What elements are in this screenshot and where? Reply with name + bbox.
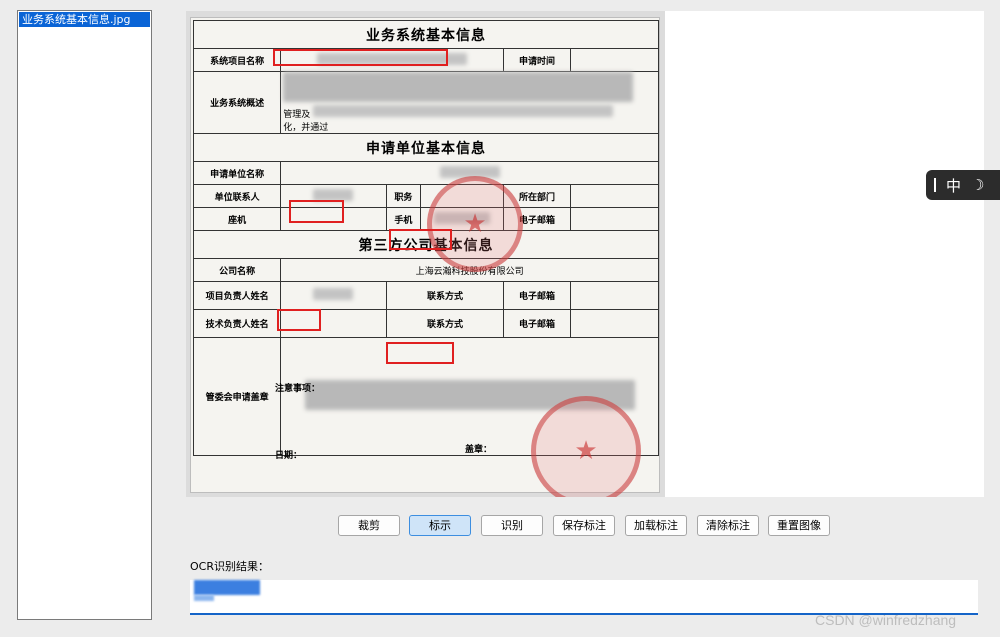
value-project-lead — [280, 281, 387, 310]
value-apply-time — [569, 48, 660, 72]
label-company-name: 公司名称 — [192, 258, 282, 282]
label-overview: 业务系统概述 — [192, 71, 282, 134]
ime-toolbar[interactable]: 中 ☽ — [926, 170, 1000, 200]
value-overview: 管理及 化，并通过 — [280, 71, 659, 134]
annotation-box[interactable] — [273, 49, 448, 66]
label-landline: 座机 — [192, 207, 282, 231]
clear-annotation-button[interactable]: 清除标注 — [697, 515, 759, 536]
stamp-top — [427, 176, 523, 272]
file-list-item[interactable]: 业务系统基本信息.jpg — [19, 12, 150, 27]
document-photo: 业务系统基本信息 系统项目名称 申请时间 业务系统概述 管理及 化，并通过 申请… — [186, 11, 665, 497]
watermark: CSDN @winfredzhang — [815, 612, 957, 628]
reset-image-button[interactable]: 重置图像 — [768, 515, 830, 536]
annotation-box[interactable] — [277, 309, 321, 331]
date-label: 日期： — [275, 451, 303, 461]
value-email-3 — [569, 309, 660, 338]
ime-mode-toggle[interactable]: 中 — [946, 175, 961, 196]
label-committee: 管委会申请盖章 — [192, 337, 282, 456]
section-applicant: 申请单位基本信息 — [193, 133, 659, 162]
stamp-bottom — [531, 396, 641, 497]
file-list[interactable]: 业务系统基本信息.jpg — [17, 10, 152, 620]
save-annotation-button[interactable]: 保存标注 — [553, 515, 615, 536]
ocr-selection-tail — [194, 595, 214, 601]
moon-icon[interactable]: ☽ — [971, 176, 984, 194]
value-email-2 — [569, 281, 660, 310]
value-department — [569, 184, 660, 208]
label-contact: 单位联系人 — [192, 184, 282, 208]
document-paper: 业务系统基本信息 系统项目名称 申请时间 业务系统概述 管理及 化，并通过 申请… — [190, 17, 660, 497]
label-contact-method-1: 联系方式 — [385, 281, 505, 310]
label-project-lead: 项目负责人姓名 — [192, 281, 282, 310]
overview-fragment-1: 管理及 — [283, 110, 311, 120]
ocr-result-textbox[interactable] — [190, 580, 978, 615]
doc-title: 业务系统基本信息 — [193, 20, 659, 49]
ocr-result-label: OCR识别结果： — [190, 560, 269, 573]
image-canvas[interactable]: 业务系统基本信息 系统项目名称 申请时间 业务系统概述 管理及 化，并通过 申请… — [186, 11, 984, 497]
label-contact-method-2: 联系方式 — [385, 309, 505, 338]
value-email — [569, 207, 660, 231]
annotation-box[interactable] — [389, 229, 452, 250]
recognize-button[interactable]: 识别 — [481, 515, 543, 536]
annotation-box[interactable] — [386, 342, 454, 364]
seal-label: 盖章： — [465, 445, 493, 455]
label-email-2: 电子邮箱 — [503, 281, 571, 310]
ocr-selection — [194, 580, 260, 595]
label-apply-time: 申请时间 — [503, 48, 571, 72]
drag-handle-icon[interactable] — [934, 178, 936, 192]
label-mobile: 手机 — [385, 207, 422, 231]
annotation-box[interactable] — [289, 200, 344, 223]
label-system-name: 系统项目名称 — [192, 48, 282, 72]
overview-fragment-2: 化，并通过 — [283, 123, 329, 133]
label-tech-lead: 技术负责人姓名 — [192, 309, 282, 338]
label-email-3: 电子邮箱 — [503, 309, 571, 338]
label-applicant-name: 申请单位名称 — [192, 161, 282, 185]
mark-button[interactable]: 标示 — [409, 515, 471, 536]
crop-button[interactable]: 裁剪 — [338, 515, 400, 536]
load-annotation-button[interactable]: 加载标注 — [625, 515, 687, 536]
notes-label: 注意事项： — [275, 384, 321, 394]
label-position: 职务 — [385, 184, 422, 208]
